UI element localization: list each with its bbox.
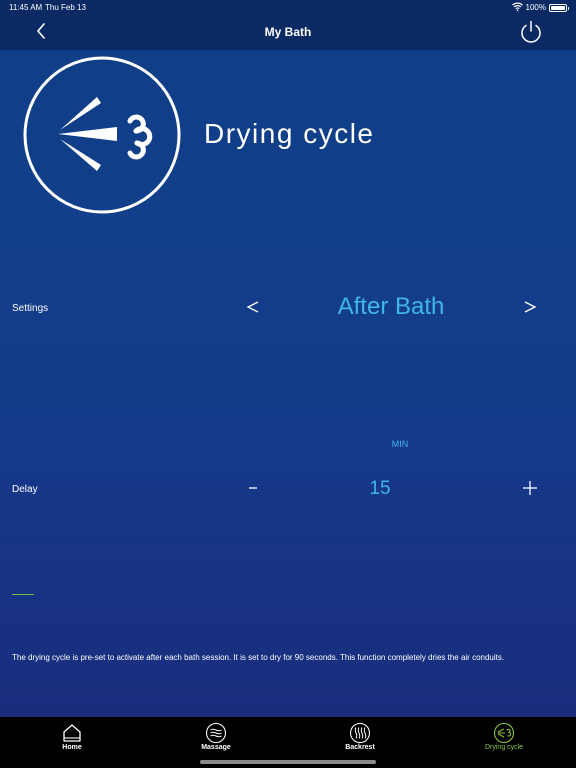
minus-icon [247, 481, 259, 499]
settings-next-button[interactable] [518, 297, 542, 321]
settings-value: After Bath [337, 293, 445, 320]
delay-increase-button[interactable] [518, 478, 542, 502]
section-divider [12, 594, 34, 595]
wifi-icon [511, 2, 523, 13]
delay-label: Delay [12, 484, 38, 495]
backrest-icon [349, 722, 371, 744]
plus-icon [521, 479, 539, 502]
page-title: Drying cycle [204, 118, 375, 149]
tab-label: Home [62, 744, 82, 751]
massage-icon [205, 722, 227, 744]
settings-prev-button[interactable] [241, 297, 265, 321]
delay-unit-label: MIN [391, 439, 409, 449]
delay-decrease-button[interactable] [241, 478, 265, 502]
tab-label: Drying cycle [484, 744, 524, 751]
tab-label: Backrest [345, 744, 375, 751]
back-button[interactable] [30, 22, 52, 44]
settings-label: Settings [12, 303, 49, 314]
delay-value: 15 [369, 478, 391, 499]
drying-cycle-icon [493, 722, 515, 744]
home-indicator[interactable] [200, 760, 376, 764]
status-bar: 11:45 AM Thu Feb 13 100% [0, 0, 576, 14]
power-button[interactable] [518, 19, 544, 45]
tab-label: Massage [201, 744, 231, 751]
battery-icon [549, 3, 569, 12]
home-icon [61, 722, 83, 744]
tab-home[interactable]: Home [0, 717, 144, 768]
chevron-right-icon [523, 300, 537, 319]
page-header-title: My Bath [264, 25, 312, 39]
battery-level [551, 5, 565, 10]
chevron-left-icon [246, 300, 260, 319]
drying-cycle-icon [22, 55, 182, 215]
battery-percent: 100% [525, 3, 546, 12]
status-date: Thu Feb 13 [45, 3, 86, 12]
status-time: 11:45 AM [9, 3, 43, 12]
status-indicators: 100% [511, 2, 569, 13]
chevron-left-icon [36, 22, 46, 44]
power-icon [518, 20, 544, 49]
tab-drying-cycle[interactable]: Drying cycle [432, 717, 576, 768]
info-description: The drying cycle is pre-set to activate … [12, 653, 505, 662]
nav-bar: My Bath [0, 14, 576, 50]
